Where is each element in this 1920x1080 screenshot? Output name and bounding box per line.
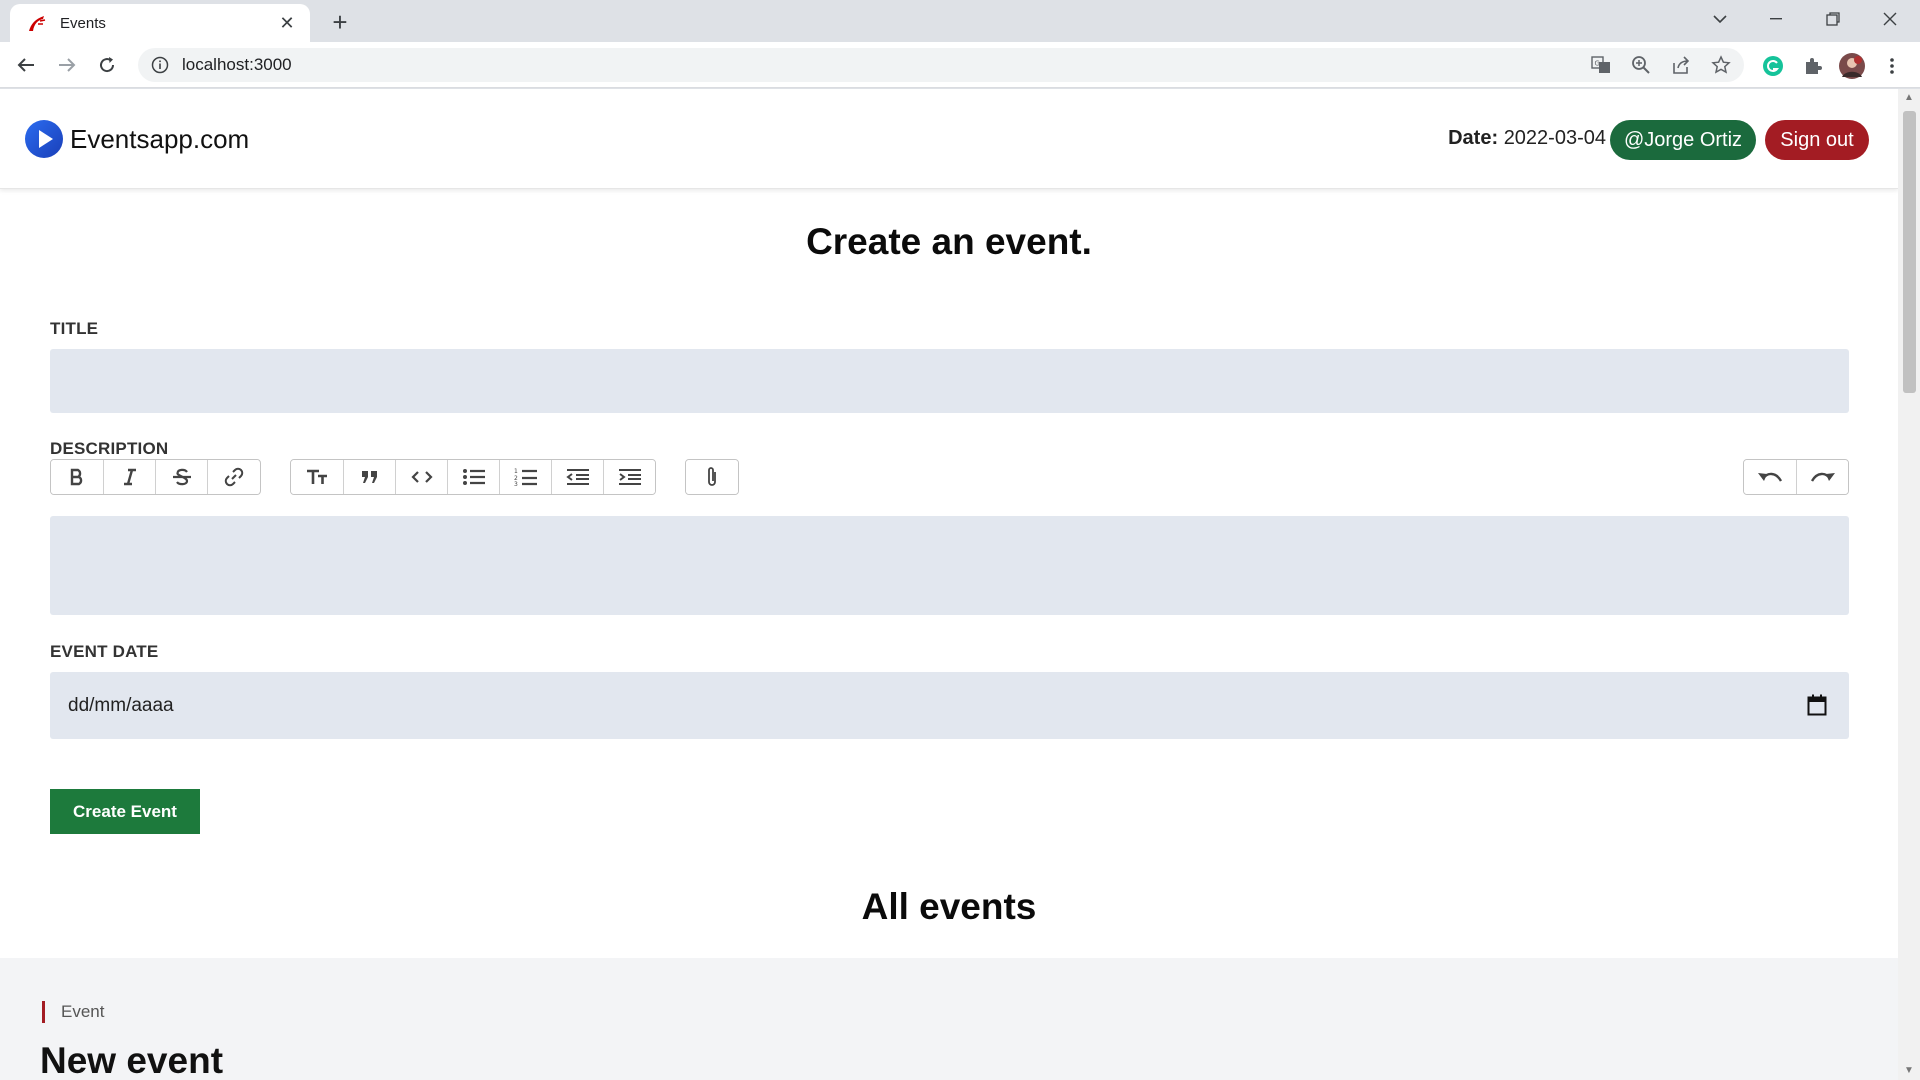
heading-icon[interactable] — [291, 460, 343, 494]
increase-indent-icon[interactable] — [603, 460, 655, 494]
page-viewport: Eventsapp.com Date: 2022-03-04 @Jorge Or… — [0, 89, 1920, 1080]
event-date-placeholder: dd/mm/aaaa — [68, 694, 174, 716]
back-arrow-icon[interactable] — [10, 49, 42, 81]
site-info-icon[interactable] — [150, 55, 170, 75]
zoom-icon[interactable] — [1626, 50, 1656, 80]
description-editor[interactable] — [50, 516, 1849, 615]
tab-search-icon[interactable] — [1700, 4, 1740, 34]
address-bar[interactable]: localhost:3000 — [138, 48, 1744, 82]
event-category-tag: Event — [42, 1001, 104, 1023]
forward-arrow-icon[interactable] — [51, 49, 83, 81]
page-scrollbar[interactable]: ▲ ▼ — [1898, 89, 1920, 1080]
rails-favicon-icon — [29, 16, 46, 31]
svg-text:G: G — [1595, 60, 1600, 68]
user-button[interactable]: @Jorge Ortiz — [1610, 120, 1756, 160]
event-title[interactable]: New event — [40, 1040, 223, 1080]
link-icon[interactable] — [207, 460, 259, 494]
title-label: TITLE — [50, 319, 99, 338]
share-icon[interactable] — [1666, 50, 1696, 80]
date-label: Date: — [1448, 127, 1499, 149]
attach-icon[interactable] — [686, 460, 738, 494]
date-value: 2022-03-04 — [1503, 127, 1606, 149]
history-tools-group — [1743, 459, 1849, 495]
block-tools-group: 123 — [290, 459, 656, 495]
decrease-indent-icon[interactable] — [551, 460, 603, 494]
numbered-list-icon[interactable]: 123 — [499, 460, 551, 494]
code-icon[interactable] — [395, 460, 447, 494]
description-label: DESCRIPTION — [50, 439, 169, 458]
scrollbar-thumb[interactable] — [1903, 111, 1916, 393]
site-header: Eventsapp.com Date: 2022-03-04 @Jorge Or… — [0, 89, 1898, 189]
translate-icon[interactable]: G — [1586, 50, 1616, 80]
brand-link[interactable]: Eventsapp.com — [24, 119, 249, 159]
minimize-icon[interactable] — [1756, 4, 1796, 34]
redo-icon[interactable] — [1796, 460, 1848, 494]
browser-toolbar: localhost:3000 G — [0, 42, 1920, 88]
close-window-icon[interactable] — [1870, 4, 1910, 34]
quote-icon[interactable] — [343, 460, 395, 494]
browser-tab[interactable]: Events ✕ — [10, 4, 310, 42]
undo-icon[interactable] — [1744, 460, 1796, 494]
events-list: Event New event — [0, 958, 1898, 1080]
scroll-up-arrow-icon[interactable]: ▲ — [1898, 89, 1920, 107]
url-text: localhost:3000 — [182, 55, 292, 74]
scroll-down-arrow-icon[interactable]: ▼ — [1898, 1062, 1920, 1080]
restore-icon[interactable] — [1813, 4, 1853, 34]
reload-icon[interactable] — [91, 49, 123, 81]
current-date: Date: 2022-03-04 — [1448, 127, 1606, 150]
play-logo-icon — [25, 120, 63, 158]
create-event-button[interactable]: Create Event — [50, 789, 200, 834]
italic-icon[interactable] — [103, 460, 155, 494]
strikethrough-icon[interactable] — [155, 460, 207, 494]
sign-out-button[interactable]: Sign out — [1765, 120, 1869, 160]
new-tab-button[interactable]: + — [325, 8, 355, 38]
all-events-heading: All events — [861, 886, 1037, 927]
event-date-label: EVENT DATE — [50, 642, 159, 661]
bullet-list-icon[interactable] — [447, 460, 499, 494]
bookmark-star-icon[interactable] — [1706, 50, 1736, 80]
close-tab-icon[interactable]: ✕ — [276, 13, 298, 34]
svg-text:3: 3 — [514, 481, 518, 487]
svg-text:1: 1 — [514, 468, 518, 475]
page-title: Create an event. — [806, 221, 1092, 262]
chrome-menu-icon[interactable] — [1876, 50, 1908, 82]
grammarly-extension-icon[interactable] — [1757, 50, 1789, 82]
title-input[interactable] — [50, 349, 1849, 413]
brand-name: Eventsapp.com — [70, 123, 250, 154]
file-tools-group — [685, 459, 739, 495]
text-tools-group — [50, 459, 261, 495]
tab-title: Events — [60, 14, 106, 32]
profile-avatar-icon[interactable] — [1836, 50, 1868, 82]
bold-icon[interactable] — [51, 460, 103, 494]
extensions-puzzle-icon[interactable] — [1797, 50, 1829, 82]
browser-tabstrip: Events ✕ + — [0, 0, 1920, 42]
page-content: Eventsapp.com Date: 2022-03-04 @Jorge Or… — [0, 89, 1898, 1080]
calendar-icon[interactable] — [1807, 694, 1827, 716]
event-date-input[interactable]: dd/mm/aaaa — [50, 672, 1849, 739]
